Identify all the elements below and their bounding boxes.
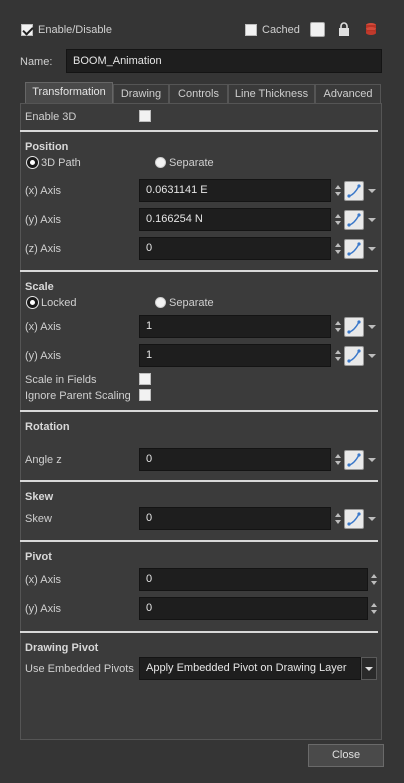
function-curve-icon — [347, 213, 361, 227]
close-button[interactable]: Close — [308, 744, 384, 767]
tab-transformation[interactable]: Transformation — [25, 82, 113, 104]
pivot-x-field[interactable]: 0 — [139, 568, 368, 591]
angle-z-dropdown-arrow[interactable] — [368, 458, 376, 462]
position-x-spinner[interactable] — [334, 184, 342, 198]
stack-order-icon[interactable] — [364, 22, 378, 36]
skew-field[interactable]: 0 — [139, 507, 331, 530]
skew-label: Skew — [25, 513, 52, 525]
scale-y-function-button[interactable] — [344, 346, 364, 366]
tab-drawing[interactable]: Drawing — [113, 84, 169, 103]
divider — [20, 480, 378, 482]
drawing-pivot-heading: Drawing Pivot — [25, 642, 99, 654]
enable-disable-checkbox[interactable] — [21, 24, 33, 36]
function-curve-icon — [347, 320, 361, 334]
divider — [20, 540, 378, 542]
tab-controls[interactable]: Controls — [169, 84, 228, 103]
tab-line-thickness[interactable]: Line Thickness — [228, 84, 315, 103]
name-field[interactable]: BOOM_Animation — [66, 49, 382, 73]
position-z-function-button[interactable] — [344, 239, 364, 259]
skew-spinner[interactable] — [334, 512, 342, 526]
scale-locked-label: Locked — [41, 297, 77, 309]
function-curve-icon — [347, 453, 361, 467]
position-z-dropdown-arrow[interactable] — [368, 247, 376, 251]
skew-heading: Skew — [25, 491, 54, 503]
enable-disable-label: Enable/Disable — [38, 24, 112, 36]
divider — [20, 130, 378, 132]
scale-y-spinner[interactable] — [334, 349, 342, 363]
divider — [20, 270, 378, 272]
pivot-x-spinner[interactable] — [370, 573, 378, 587]
scale-x-spinner[interactable] — [334, 320, 342, 334]
tab-advanced[interactable]: Advanced — [315, 84, 381, 103]
position-z-spinner[interactable] — [334, 242, 342, 256]
use-embedded-pivots-label: Use Embedded Pivots — [25, 663, 134, 675]
position-x-label: (x) Axis — [25, 185, 62, 197]
function-curve-icon — [347, 184, 361, 198]
chevron-down-icon — [365, 667, 373, 671]
skew-function-button[interactable] — [344, 509, 364, 529]
angle-z-spinner[interactable] — [334, 453, 342, 467]
cached-checkbox[interactable] — [245, 24, 257, 36]
enable-3d-checkbox[interactable] — [139, 110, 151, 122]
position-y-field[interactable]: 0.166254 N — [139, 208, 331, 231]
color-swatch-button[interactable] — [310, 22, 325, 37]
enable-3d-label: Enable 3D — [25, 111, 77, 123]
position-3dpath-label: 3D Path — [41, 157, 81, 169]
pivot-y-field[interactable]: 0 — [139, 597, 368, 620]
scale-x-label: (x) Axis — [25, 321, 62, 333]
function-curve-icon — [347, 242, 361, 256]
position-x-field[interactable]: 0.0631141 E — [139, 179, 331, 202]
position-heading: Position — [25, 141, 69, 153]
scale-y-dropdown-arrow[interactable] — [368, 354, 376, 358]
scale-heading: Scale — [25, 281, 54, 293]
scale-locked-radio[interactable] — [27, 297, 38, 308]
embedded-pivot-select[interactable]: Apply Embedded Pivot on Drawing Layer — [139, 657, 361, 680]
scale-separate-label: Separate — [169, 297, 214, 309]
position-z-field[interactable]: 0 — [139, 237, 331, 260]
function-curve-icon — [347, 349, 361, 363]
scale-x-field[interactable]: 1 — [139, 315, 331, 338]
scale-x-dropdown-arrow[interactable] — [368, 325, 376, 329]
scale-y-label: (y) Axis — [25, 350, 62, 362]
position-y-dropdown-arrow[interactable] — [368, 218, 376, 222]
scale-in-fields-label: Scale in Fields — [25, 374, 97, 386]
name-label: Name: — [20, 56, 53, 68]
angle-z-function-button[interactable] — [344, 450, 364, 470]
scale-separate-radio[interactable] — [155, 297, 166, 308]
lock-icon[interactable] — [338, 22, 350, 36]
function-curve-icon — [347, 512, 361, 526]
ignore-parent-scaling-label: Ignore Parent Scaling — [25, 390, 131, 402]
cached-label: Cached — [262, 24, 300, 36]
divider — [20, 631, 378, 633]
position-x-function-button[interactable] — [344, 181, 364, 201]
angle-z-label: Angle z — [25, 454, 62, 466]
pivot-y-spinner[interactable] — [370, 602, 378, 616]
position-x-dropdown-arrow[interactable] — [368, 189, 376, 193]
pivot-y-label: (y) Axis — [25, 603, 62, 615]
ignore-parent-scaling-checkbox[interactable] — [139, 389, 151, 401]
position-3dpath-radio[interactable] — [27, 157, 38, 168]
divider — [20, 410, 378, 412]
scale-in-fields-checkbox[interactable] — [139, 373, 151, 385]
scale-x-function-button[interactable] — [344, 317, 364, 337]
position-separate-radio[interactable] — [155, 157, 166, 168]
position-y-spinner[interactable] — [334, 213, 342, 227]
pivot-heading: Pivot — [25, 551, 52, 563]
pivot-x-label: (x) Axis — [25, 574, 62, 586]
rotation-heading: Rotation — [25, 421, 70, 433]
position-separate-label: Separate — [169, 157, 214, 169]
skew-dropdown-arrow[interactable] — [368, 517, 376, 521]
position-z-label: (z) Axis — [25, 243, 62, 255]
angle-z-field[interactable]: 0 — [139, 448, 331, 471]
position-y-label: (y) Axis — [25, 214, 62, 226]
embedded-pivot-dropdown-button[interactable] — [361, 657, 377, 680]
scale-y-field[interactable]: 1 — [139, 344, 331, 367]
position-y-function-button[interactable] — [344, 210, 364, 230]
